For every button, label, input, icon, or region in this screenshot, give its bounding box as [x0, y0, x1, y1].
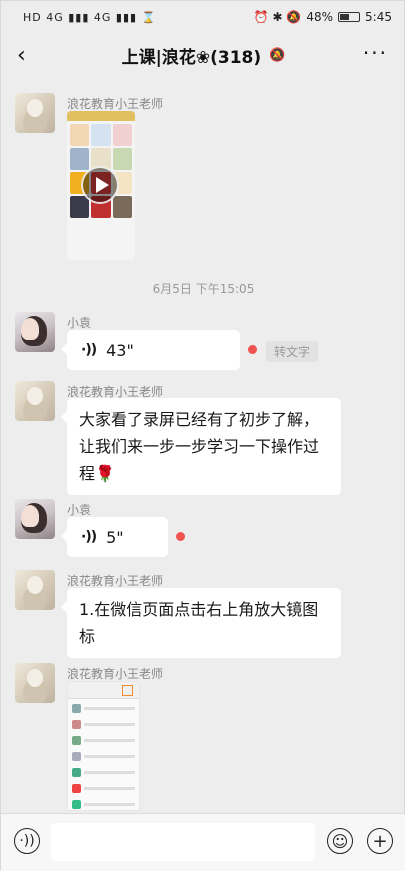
avatar[interactable]: [15, 663, 55, 703]
battery-percent: 48%: [306, 10, 334, 24]
status-bar: HD 4G ▮▮▮ 4G ▮▮▮ ⌛ ⏰ ✱ 🔕 48% 5:45: [1, 1, 405, 33]
avatar[interactable]: [15, 570, 55, 610]
signal-icons: HD 4G ▮▮▮ 4G ▮▮▮ ⌛: [23, 10, 157, 24]
status-time: 5:45: [365, 10, 392, 24]
timestamp: 6月5日 下午15:05: [152, 282, 255, 296]
status-left: HD 4G ▮▮▮ 4G ▮▮▮ ⌛: [23, 11, 156, 24]
text-message[interactable]: 1.在微信页面点击右上角放大镜图标: [61, 588, 341, 658]
unread-dot: [176, 532, 185, 541]
status-right: ⏰ ✱ 🔕 48% 5:45: [254, 10, 392, 24]
plus-icon[interactable]: +: [367, 828, 393, 854]
input-bar: ·)) ☺ +: [1, 813, 405, 871]
avatar[interactable]: [15, 312, 55, 352]
voice-duration: 5": [106, 527, 124, 547]
avatar[interactable]: [15, 93, 55, 133]
voice-message[interactable]: ·)) 43": [61, 330, 240, 370]
avatar[interactable]: [15, 381, 55, 421]
sender-name: 小袁: [67, 316, 92, 330]
sender-name: 浪花教育小王老师: [67, 97, 164, 111]
battery-icon: [338, 12, 361, 22]
play-icon[interactable]: [81, 166, 119, 204]
voice-wave-icon: ·)): [81, 528, 97, 545]
sender-name: 小袁: [67, 503, 92, 517]
back-arrow-icon[interactable]: ‹: [17, 43, 26, 68]
mute-bell-icon: 🔕: [269, 47, 286, 63]
voice-message[interactable]: ·)) 5": [61, 517, 168, 557]
message-input[interactable]: [51, 823, 315, 861]
avatar[interactable]: [15, 499, 55, 539]
more-options-icon[interactable]: ···: [363, 41, 388, 65]
voice-duration: 43": [106, 340, 134, 360]
convert-to-text-button[interactable]: 转文字: [266, 341, 319, 362]
chat-title: 上课|浪花❀(318): [121, 47, 262, 68]
text-message[interactable]: 大家看了录屏已经有了初步了解，让我们来一步一步学习一下操作过程🌹: [61, 398, 341, 495]
voice-wave-icon: ·)): [81, 341, 97, 358]
chat-header: ‹ 上课|浪花❀(318) 🔕 ···: [1, 33, 405, 77]
status-icons: ⏰ ✱ 🔕: [253, 10, 302, 24]
unread-dot: [248, 345, 257, 354]
image-message[interactable]: [67, 681, 140, 811]
video-message[interactable]: [67, 111, 135, 260]
sender-name: 浪花教育小王老师: [67, 574, 164, 588]
emoji-icon[interactable]: ☺: [327, 828, 353, 854]
voice-mode-icon[interactable]: ·)): [14, 828, 40, 854]
magnifier-highlight: [122, 685, 133, 696]
sender-name: 浪花教育小王老师: [67, 667, 164, 681]
